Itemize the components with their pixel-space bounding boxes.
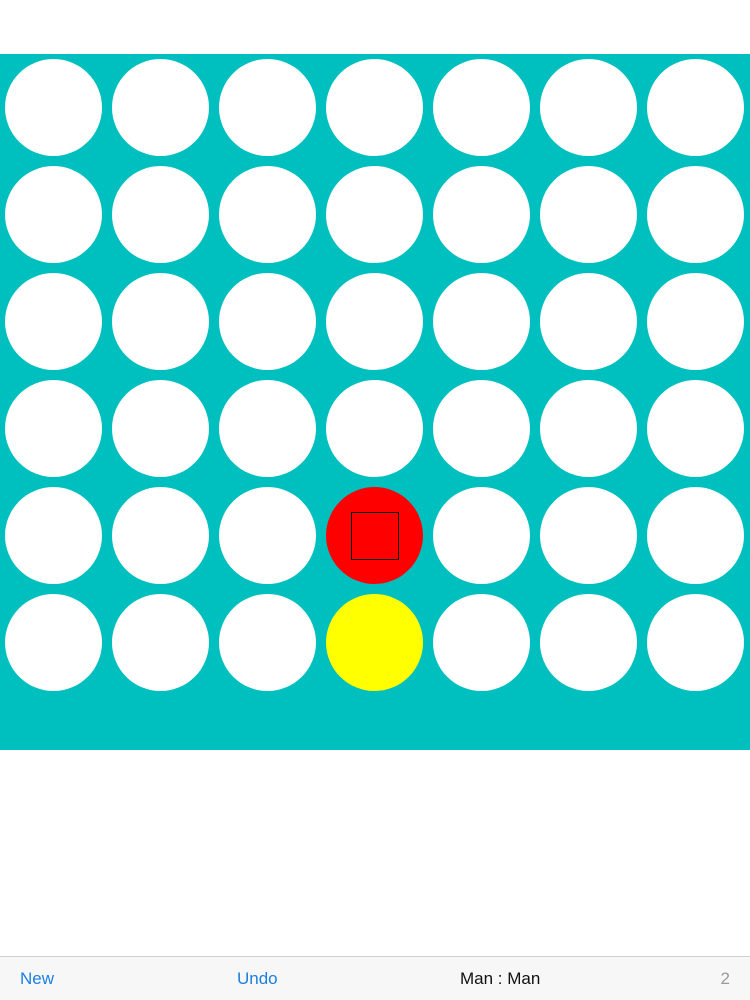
board-slot-empty[interactable]	[647, 380, 744, 477]
undo-button[interactable]: Undo	[237, 969, 278, 989]
board-slot-empty[interactable]	[326, 166, 423, 263]
game-board[interactable]	[0, 54, 750, 750]
board-slot-empty[interactable]	[647, 487, 744, 584]
board-slot-empty[interactable]	[5, 380, 102, 477]
board-slot-empty[interactable]	[112, 59, 209, 156]
board-slot-empty[interactable]	[433, 59, 530, 156]
board-slot-empty[interactable]	[5, 166, 102, 263]
new-game-button[interactable]: New	[20, 969, 54, 989]
board-slot-empty[interactable]	[219, 166, 316, 263]
board-slot-empty[interactable]	[326, 59, 423, 156]
board-slot-empty[interactable]	[326, 273, 423, 370]
board-slot-empty[interactable]	[540, 166, 637, 263]
board-slot-empty[interactable]	[433, 594, 530, 691]
board-slot-empty[interactable]	[647, 59, 744, 156]
disc-red[interactable]	[326, 487, 423, 584]
board-slot-empty[interactable]	[433, 273, 530, 370]
board-slot-empty[interactable]	[647, 166, 744, 263]
last-move-marker	[350, 511, 399, 560]
board-slot-empty[interactable]	[219, 273, 316, 370]
board-slot-empty[interactable]	[219, 487, 316, 584]
board-slot-empty[interactable]	[433, 487, 530, 584]
board-slot-empty[interactable]	[112, 273, 209, 370]
board-slot-empty[interactable]	[647, 594, 744, 691]
disc-yellow[interactable]	[326, 594, 423, 691]
move-count: 2	[720, 969, 730, 988]
board-slot-empty[interactable]	[219, 380, 316, 477]
board-slot-empty[interactable]	[433, 166, 530, 263]
board-slot-empty[interactable]	[540, 59, 637, 156]
board-slot-empty[interactable]	[540, 487, 637, 584]
board-slot-empty[interactable]	[5, 273, 102, 370]
board-slot-empty[interactable]	[647, 273, 744, 370]
board-slot-empty[interactable]	[540, 273, 637, 370]
board-slot-empty[interactable]	[112, 594, 209, 691]
board-slot-empty[interactable]	[5, 594, 102, 691]
board-slot-empty[interactable]	[433, 380, 530, 477]
board-slot-empty[interactable]	[5, 59, 102, 156]
board-slot-empty[interactable]	[112, 166, 209, 263]
board-slot-empty[interactable]	[5, 487, 102, 584]
game-mode-label: Man : Man	[460, 969, 541, 988]
bottom-toolbar: New Undo Man : Man 2	[0, 956, 750, 1000]
board-slot-empty[interactable]	[219, 59, 316, 156]
board-slot-empty[interactable]	[326, 380, 423, 477]
board-slot-empty[interactable]	[112, 487, 209, 584]
board-slot-empty[interactable]	[540, 594, 637, 691]
board-slot-empty[interactable]	[219, 594, 316, 691]
board-slot-empty[interactable]	[112, 380, 209, 477]
board-slot-empty[interactable]	[540, 380, 637, 477]
